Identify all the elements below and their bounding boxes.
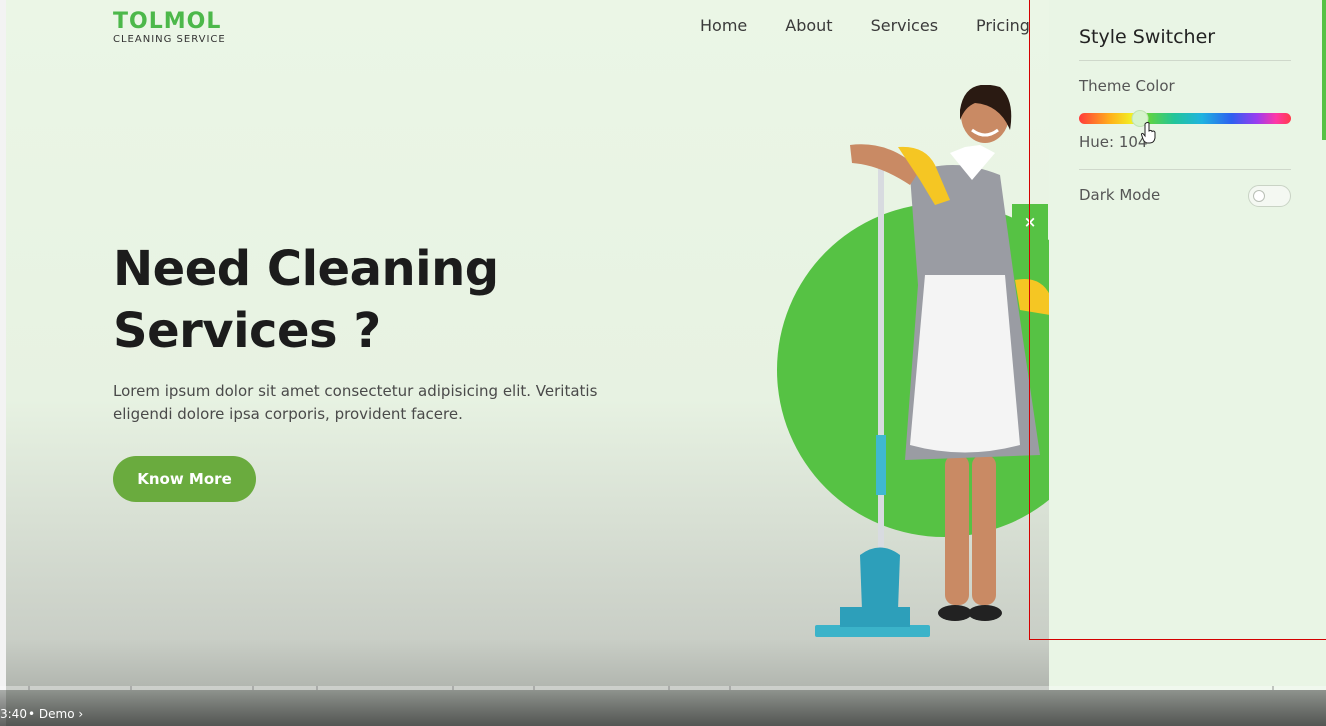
nav-home[interactable]: Home — [700, 16, 747, 36]
nav-about[interactable]: About — [785, 16, 832, 36]
logo[interactable]: TOLMOL CLEANING SERVICE — [113, 10, 226, 46]
hero-title: Need Cleaning Services ? — [113, 241, 499, 359]
chapter-marker — [316, 686, 318, 690]
nav-services[interactable]: Services — [871, 16, 938, 36]
chapter-label: Demo › — [38, 707, 84, 721]
chapter-marker — [668, 686, 670, 690]
nav-pricing[interactable]: Pricing — [976, 16, 1030, 36]
video-progress-bar[interactable] — [0, 686, 1326, 690]
chapter-marker — [729, 686, 731, 690]
video-chapter-button[interactable]: • Demo › — [28, 707, 83, 721]
chapter-marker — [130, 686, 132, 690]
chapter-marker — [452, 686, 454, 690]
chapter-marker — [252, 686, 254, 690]
video-time: 3:40 — [0, 707, 27, 721]
chapter-marker — [1272, 686, 1274, 690]
hero-description: Lorem ipsum dolor sit amet consectetur a… — [113, 382, 598, 423]
logo-tagline: CLEANING SERVICE — [113, 34, 226, 45]
know-more-button[interactable]: Know More — [113, 456, 256, 502]
cleaning-lady-image — [815, 85, 1050, 637]
highlight-box — [1029, 0, 1326, 640]
logo-title: TOLMOL — [113, 9, 222, 34]
main-nav: Home About Services Pricing — [700, 16, 1068, 36]
chapter-marker — [28, 686, 30, 690]
chapter-marker — [533, 686, 535, 690]
video-control-bar — [0, 690, 1326, 726]
chapter-separator: • — [28, 707, 36, 721]
